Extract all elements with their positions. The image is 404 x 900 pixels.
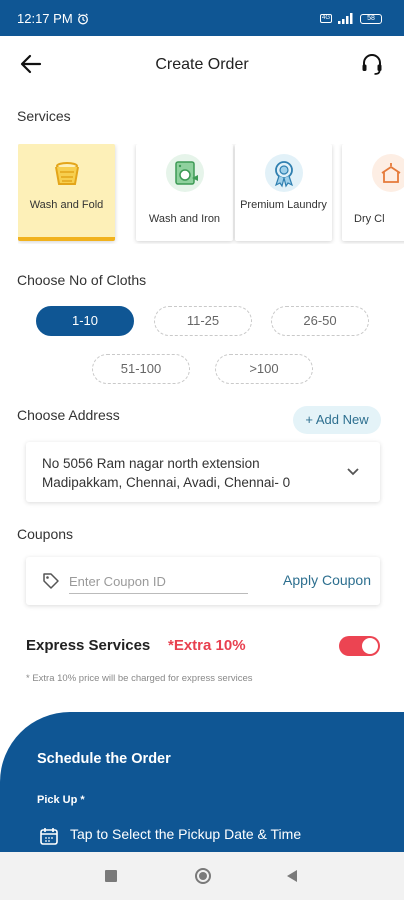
- headset-support-icon[interactable]: [360, 52, 384, 81]
- address-heading: Choose Address: [17, 407, 120, 423]
- page-title: Create Order: [155, 56, 249, 73]
- premium-badge-icon: [265, 154, 303, 192]
- system-nav-bar: [0, 852, 404, 900]
- apply-coupon-button[interactable]: Apply Coupon: [283, 572, 371, 588]
- battery-icon: 58: [360, 13, 382, 24]
- service-card-dry-clean[interactable]: Dry Cl: [342, 144, 404, 241]
- calendar-icon[interactable]: [39, 826, 59, 851]
- services-heading: Services: [17, 108, 71, 124]
- chip-11-25[interactable]: 11-25: [154, 306, 252, 336]
- express-services-label: Express Services: [26, 637, 151, 654]
- address-line-1: No 5056 Ram nagar north extension: [42, 456, 260, 471]
- schedule-title: Schedule the Order: [37, 751, 171, 767]
- coupon-card: Apply Coupon: [26, 557, 380, 605]
- pickup-date-selector[interactable]: Tap to Select the Pickup Date & Time: [70, 826, 301, 842]
- chevron-down-icon: [346, 464, 360, 482]
- signal-icon: [338, 13, 353, 24]
- pickup-label: Pick Up *: [37, 794, 85, 806]
- chip-51-100[interactable]: 51-100: [92, 354, 190, 384]
- services-carousel[interactable]: Wash and Fold Wash and Iron Premium Laun…: [18, 144, 404, 244]
- back-triangle-icon[interactable]: [287, 870, 297, 882]
- service-card-wash-and-iron[interactable]: Wash and Iron: [136, 144, 233, 241]
- service-label: Wash and Fold: [29, 199, 104, 211]
- service-label: Dry Cl: [354, 213, 385, 225]
- toggle-knob: [362, 638, 378, 654]
- express-toggle[interactable]: [339, 636, 380, 656]
- sim-icon: 4G: [320, 14, 332, 23]
- home-icon[interactable]: [195, 868, 211, 884]
- address-selector[interactable]: No 5056 Ram nagar north extension Madipa…: [26, 442, 380, 502]
- schedule-panel: Schedule the Order Pick Up * Tap to Sele…: [0, 712, 404, 852]
- address-line-2: Madipakkam, Chennai, Avadi, Chennai- 0: [42, 475, 291, 490]
- address-text: No 5056 Ram nagar north extension Madipa…: [42, 454, 332, 492]
- service-card-premium-laundry[interactable]: Premium Laundry: [235, 144, 332, 241]
- service-label: Premium Laundry: [240, 199, 327, 211]
- service-card-wash-and-fold[interactable]: Wash and Fold: [18, 144, 115, 241]
- status-bar: 12:17 PM 4G 58: [0, 0, 404, 36]
- alarm-icon: [77, 12, 89, 30]
- express-note: * Extra 10% price will be charged for ex…: [26, 673, 253, 684]
- express-extra-label: *Extra 10%: [168, 637, 246, 654]
- status-time: 12:17 PM: [17, 11, 73, 26]
- dry-clean-icon: [372, 154, 404, 192]
- laundry-basket-icon: [48, 154, 86, 192]
- coupons-heading: Coupons: [17, 526, 74, 542]
- chip-1-10[interactable]: 1-10: [36, 306, 134, 336]
- tag-icon: [42, 572, 60, 595]
- chip-26-50[interactable]: 26-50: [271, 306, 369, 336]
- service-label: Wash and Iron: [148, 213, 221, 225]
- status-icons: 4G 58: [320, 13, 382, 24]
- washing-machine-icon: [166, 154, 204, 192]
- recent-apps-icon[interactable]: [105, 870, 117, 882]
- coupon-input[interactable]: [69, 570, 248, 594]
- cloths-heading: Choose No of Cloths: [17, 272, 147, 288]
- add-new-address-button[interactable]: + Add New: [293, 406, 381, 434]
- app-header: Create Order: [0, 36, 404, 96]
- chip-over-100[interactable]: >100: [215, 354, 313, 384]
